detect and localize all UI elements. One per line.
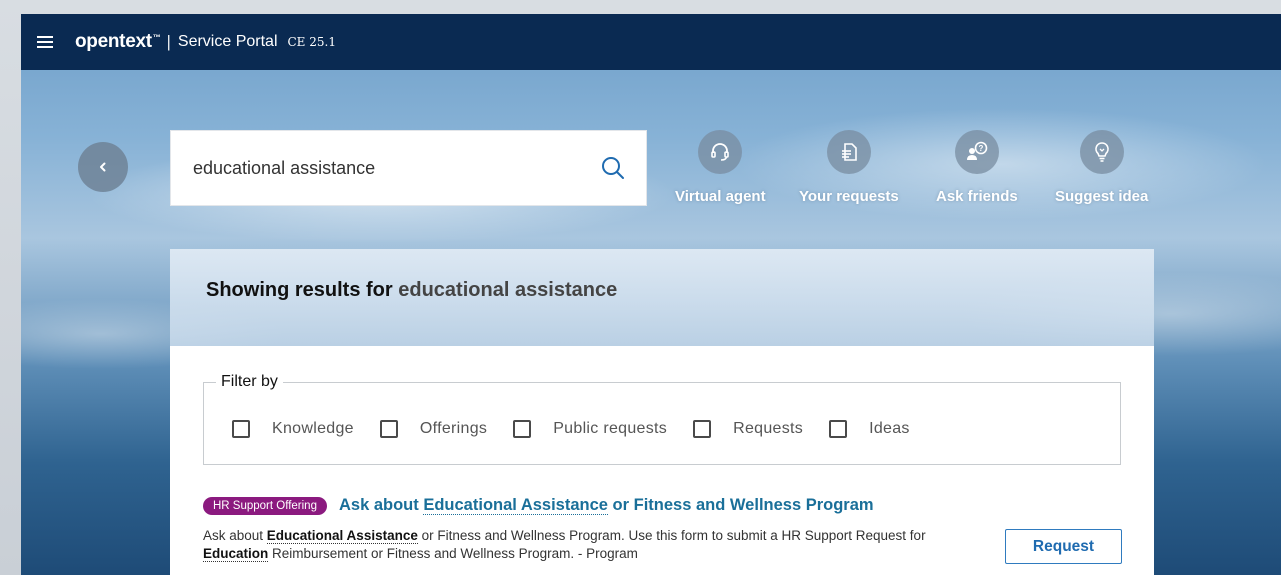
brand-separator: |: [166, 32, 171, 51]
ask-friends-action[interactable]: ? Ask friends: [936, 130, 1018, 205]
search-box: [170, 130, 647, 206]
filter-public-requests[interactable]: Public requests: [513, 420, 667, 438]
result-title-post: or Fitness and Wellness Program: [607, 496, 874, 514]
virtual-agent-action[interactable]: Virtual agent: [675, 130, 766, 205]
your-requests-label: Your requests: [799, 188, 899, 205]
your-requests-action[interactable]: Your requests: [799, 130, 899, 205]
version-label: CE 25.1: [287, 35, 336, 49]
desc-highlight-1: Educational Assistance: [266, 528, 418, 544]
svg-text:?: ?: [978, 144, 983, 153]
filter-knowledge[interactable]: Knowledge: [232, 420, 354, 438]
headset-icon: [698, 130, 743, 174]
desc-part-2: or Fitness and Wellness Program. Use thi…: [417, 528, 926, 543]
ask-friends-label: Ask friends: [936, 188, 1018, 205]
filter-requests[interactable]: Requests: [693, 420, 803, 438]
portal-title: Service Portal: [177, 33, 278, 50]
virtual-agent-label: Virtual agent: [675, 188, 766, 205]
document-icon: [826, 130, 871, 174]
ideas-label: Ideas: [869, 420, 910, 437]
public-requests-label: Public requests: [553, 420, 668, 437]
filter-offerings[interactable]: Offerings: [379, 420, 488, 438]
requests-checkbox[interactable]: [693, 420, 712, 438]
offerings-label: Offerings: [419, 420, 488, 437]
ask-friends-icon: ?: [954, 130, 999, 174]
offerings-checkbox[interactable]: [379, 420, 398, 438]
service-portal-app: opentext™ | Service Portal CE 25.1 educa…: [21, 14, 1281, 575]
brand-trademark: ™: [152, 32, 161, 42]
suggest-idea-label: Suggest idea: [1055, 188, 1149, 205]
lightbulb-icon: [1079, 130, 1124, 174]
search-input[interactable]: [193, 157, 583, 179]
brand-name: opentext: [75, 31, 152, 52]
category-badge: HR Support Offering: [203, 496, 327, 515]
request-button[interactable]: Request: [1005, 529, 1122, 564]
filter-box: Filter by Knowledge Offerings Public req…: [203, 373, 1121, 465]
result-title-row: HR Support Offering Ask about Educationa…: [203, 496, 1123, 515]
knowledge-checkbox[interactable]: [232, 420, 250, 438]
ideas-checkbox[interactable]: [829, 420, 848, 438]
results-heading-query: educational assistance: [398, 279, 618, 301]
desc-part-1: Ask about: [203, 528, 267, 543]
desc-highlight-2: Education: [203, 546, 269, 562]
knowledge-label: Knowledge: [272, 420, 354, 437]
filter-legend: Filter by: [216, 373, 283, 391]
chevron-left-icon: [100, 162, 106, 172]
requests-label: Requests: [733, 420, 804, 437]
result-item: HR Support Offering Ask about Educationa…: [203, 496, 1123, 563]
result-title-link[interactable]: Ask about Educational Assistance or Fitn…: [339, 496, 874, 515]
brand-logo[interactable]: opentext™: [75, 31, 161, 53]
top-bar: opentext™ | Service Portal CE 25.1: [21, 14, 1281, 70]
result-title-highlight: Educational Assistance: [423, 496, 608, 515]
results-header: Showing results for educational assistan…: [170, 249, 1154, 346]
suggest-idea-action[interactable]: Suggest idea: [1055, 130, 1148, 205]
result-description: Ask about Educational Assistance or Fitn…: [203, 527, 953, 563]
filter-ideas[interactable]: Ideas: [829, 420, 910, 438]
desc-part-3: Reimbursement or Fitness and Wellness Pr…: [268, 546, 638, 561]
back-button[interactable]: [78, 142, 128, 192]
results-heading-prefix: Showing results for: [206, 279, 393, 301]
filter-options: Knowledge Offerings Public requests Requ…: [232, 420, 936, 438]
results-heading: Showing results for educational assistan…: [206, 279, 1154, 302]
public-requests-checkbox[interactable]: [513, 420, 532, 438]
hamburger-menu-icon[interactable]: [37, 35, 53, 49]
results-body: Filter by Knowledge Offerings Public req…: [170, 346, 1154, 575]
search-icon[interactable]: [600, 155, 626, 186]
result-title-pre: Ask about: [338, 496, 424, 514]
